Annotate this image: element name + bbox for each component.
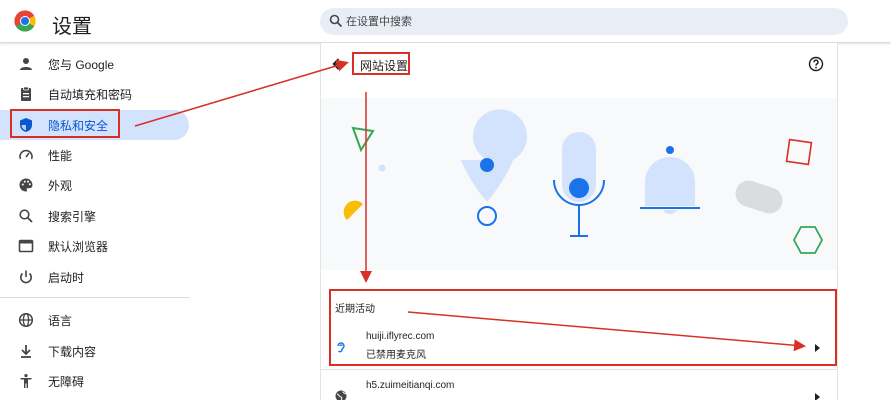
sidebar-item-autofill[interactable]: 自动填充和密码 bbox=[0, 79, 189, 109]
accessibility-icon bbox=[20, 374, 32, 388]
sidebar: 您与 Google 自动填充和密码 隐私和安全 性能 外观 搜索引擎 默认浏览器… bbox=[0, 43, 190, 400]
ear-icon bbox=[337, 342, 345, 353]
browser-icon bbox=[18, 239, 34, 253]
settings-window: 设置 您与 Google 自动填充和密码 bbox=[0, 0, 891, 400]
search-icon bbox=[329, 14, 343, 28]
top-bar: 设置 bbox=[0, 0, 891, 43]
sidebar-item-appearance[interactable]: 外观 bbox=[0, 170, 189, 200]
download-icon bbox=[21, 345, 31, 358]
help-icon[interactable] bbox=[808, 56, 824, 72]
sidebar-item-label: 您与 Google bbox=[48, 57, 115, 72]
sidebar-item-performance[interactable]: 性能 bbox=[0, 140, 189, 170]
sidebar-item-label: 默认浏览器 bbox=[48, 239, 109, 254]
arrow-right-icon bbox=[815, 393, 820, 400]
sidebar-item-languages[interactable]: 语言 bbox=[0, 305, 189, 335]
site-settings-panel: 网站设置 近期活动 huiji.iflyrec.com 已禁用麦克风 h5.zu… bbox=[320, 43, 838, 400]
arrow-right-icon bbox=[815, 344, 820, 352]
recent-site-row[interactable]: huiji.iflyrec.com 已禁用麦克风 bbox=[321, 326, 837, 370]
palette-icon bbox=[19, 178, 33, 192]
sidebar-item-label: 外观 bbox=[48, 178, 73, 193]
row-divider bbox=[321, 369, 837, 370]
sidebar-item-on-startup[interactable]: 启动时 bbox=[0, 262, 189, 292]
sidebar-item-privacy-security[interactable]: 隐私和安全 bbox=[0, 110, 189, 140]
sidebar-item-label: 隐私和安全 bbox=[48, 118, 109, 133]
globe-icon bbox=[335, 390, 347, 400]
site-domain: huiji.iflyrec.com bbox=[366, 331, 435, 342]
sidebar-item-search-engine[interactable]: 搜索引擎 bbox=[0, 201, 189, 231]
search-icon bbox=[19, 209, 33, 223]
sidebar-item-label: 搜索引擎 bbox=[48, 209, 97, 224]
sidebar-item-label: 自动填充和密码 bbox=[48, 87, 133, 102]
person-icon bbox=[20, 58, 32, 70]
site-settings-illustration bbox=[321, 98, 837, 270]
site-domain: h5.zuimeitianqi.com bbox=[366, 380, 455, 391]
globe-icon bbox=[18, 312, 34, 328]
back-arrow-icon[interactable] bbox=[331, 56, 347, 72]
sidebar-item-label: 性能 bbox=[48, 148, 73, 163]
sidebar-item-default-browser[interactable]: 默认浏览器 bbox=[0, 231, 189, 261]
sidebar-item-label: 无障碍 bbox=[48, 374, 85, 389]
sidebar-divider bbox=[0, 297, 190, 298]
chrome-logo-icon bbox=[14, 10, 36, 32]
recent-site-row[interactable]: h5.zuimeitianqi.com bbox=[321, 375, 837, 400]
sidebar-item-accessibility[interactable]: 无障碍 bbox=[0, 366, 189, 396]
sidebar-item-label: 语言 bbox=[48, 313, 73, 328]
page-title: 网站设置 bbox=[360, 59, 409, 73]
app-title: 设置 bbox=[52, 16, 92, 38]
power-icon bbox=[20, 270, 32, 284]
sidebar-item-downloads[interactable]: 下载内容 bbox=[0, 336, 189, 366]
clipboard-icon bbox=[21, 86, 31, 101]
site-permission-status: 已禁用麦克风 bbox=[366, 350, 426, 361]
search-input[interactable] bbox=[346, 8, 836, 35]
sidebar-item-label: 下载内容 bbox=[48, 344, 97, 359]
shield-icon bbox=[20, 118, 32, 132]
recent-activity-title: 近期活动 bbox=[335, 304, 375, 315]
search-box[interactable] bbox=[320, 8, 848, 35]
sidebar-item-label: 启动时 bbox=[48, 270, 85, 285]
speedometer-icon bbox=[19, 149, 33, 160]
sidebar-item-you-and-google[interactable]: 您与 Google bbox=[0, 49, 189, 79]
